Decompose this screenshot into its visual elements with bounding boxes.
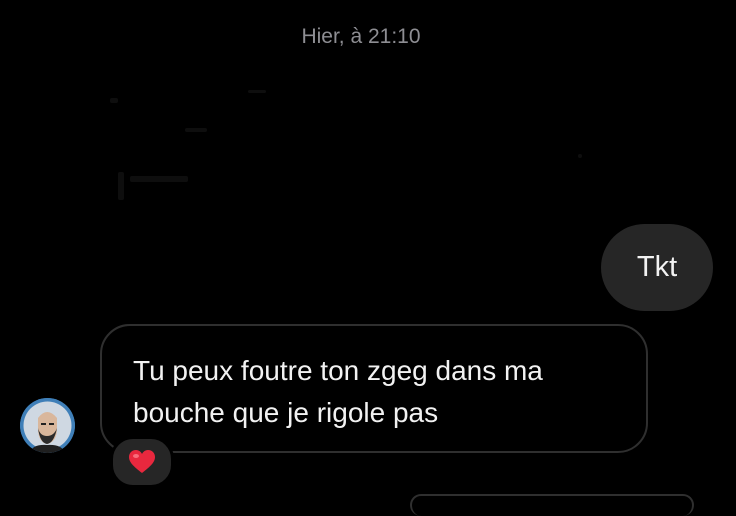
incoming-message-text: Tu peux foutre ton zgeg dans ma bouche q… (133, 355, 543, 428)
timestamp: Hier, à 21:10 (301, 25, 421, 48)
next-message-bubble-edge (410, 494, 694, 516)
avatar-portrait (20, 398, 75, 453)
heart-reaction[interactable] (110, 436, 174, 488)
outgoing-message-text: Tkt (636, 251, 678, 283)
incoming-message-bubble[interactable]: Tu peux foutre ton zgeg dans ma bouche q… (100, 324, 648, 453)
outgoing-message-bubble[interactable]: Tkt (601, 224, 713, 311)
heart-icon (129, 450, 155, 473)
user-avatar[interactable] (20, 398, 75, 453)
